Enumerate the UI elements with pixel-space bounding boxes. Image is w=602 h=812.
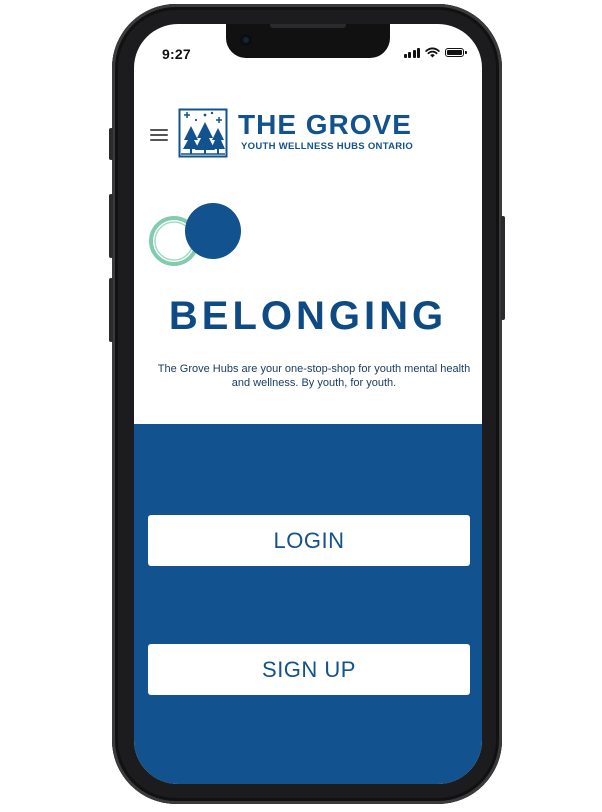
front-camera (240, 34, 252, 46)
notch (226, 24, 390, 58)
hero-tagline: The Grove Hubs are your one-stop-shop fo… (157, 363, 471, 389)
hamburger-menu-icon[interactable] (150, 129, 168, 141)
login-button[interactable]: LOGIN (148, 515, 470, 566)
hero-headline: BELONGING (168, 294, 448, 338)
signal-icon (403, 47, 420, 58)
status-icons (403, 47, 467, 58)
brand-subtitle: YOUTH WELLNESS HUBS ONTARIO (241, 141, 414, 152)
logo-forest-icon (178, 108, 228, 158)
wifi-icon (425, 47, 440, 58)
side-button-volume-up (109, 194, 113, 258)
battery-icon (445, 48, 467, 57)
side-button-power (501, 216, 505, 320)
side-button-volume-down (109, 278, 113, 342)
status-time: 9:27 (162, 46, 191, 62)
side-button-silent (109, 128, 113, 160)
brand-title: THE GROVE (238, 109, 412, 140)
signup-button[interactable]: SIGN UP (148, 644, 470, 695)
action-panel (134, 424, 482, 784)
speaker (270, 24, 346, 28)
decorative-circles (149, 203, 241, 266)
